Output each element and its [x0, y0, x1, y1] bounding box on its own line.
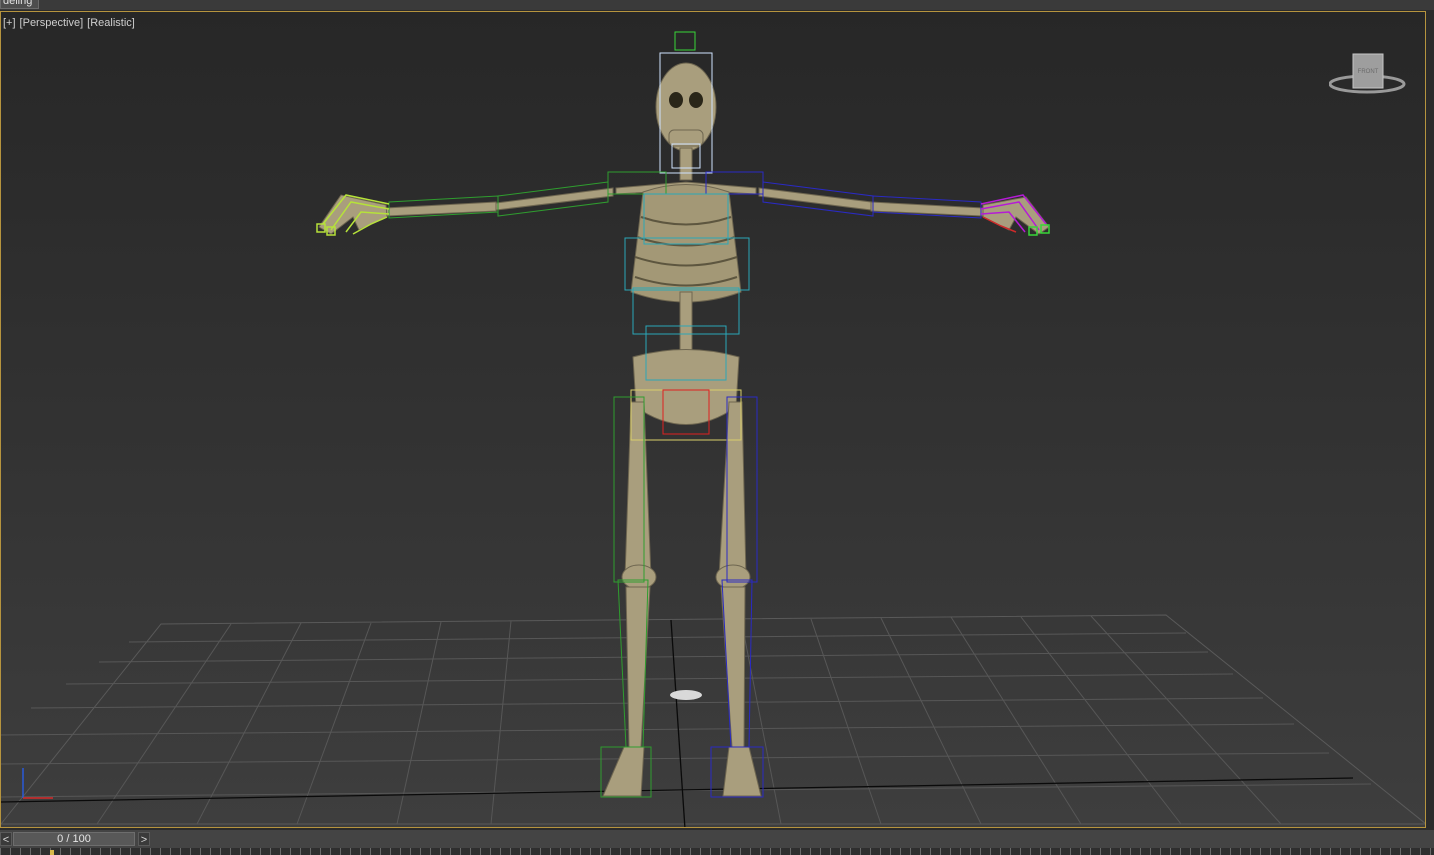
- eye-socket-right: [689, 92, 703, 108]
- rig-head-nub: [674, 31, 696, 51]
- perspective-viewport[interactable]: [+] [Perspective] [Realistic] FRONT: [0, 11, 1426, 828]
- right-forearm: [870, 201, 984, 217]
- right-upper-arm: [758, 187, 872, 211]
- left-knee: [621, 564, 657, 590]
- viewport-shading-label[interactable]: [Realistic]: [87, 17, 135, 29]
- prev-frame-button[interactable]: <: [0, 832, 12, 846]
- current-frame-marker: [50, 850, 54, 855]
- next-frame-button[interactable]: >: [138, 832, 150, 846]
- left-femur: [624, 401, 652, 578]
- right-tibia: [720, 586, 746, 748]
- spine: [679, 291, 693, 359]
- title-strip: deling: [0, 0, 1434, 10]
- viewport-menu-plus[interactable]: [+]: [3, 17, 16, 29]
- right-femur: [718, 401, 747, 578]
- left-foot: [602, 746, 645, 797]
- right-knee: [715, 564, 751, 590]
- world-axes: [1, 619, 1354, 827]
- left-upper-arm: [495, 187, 614, 211]
- ground-grid: [1, 614, 1425, 825]
- track-bar-ticks[interactable]: [0, 848, 1434, 855]
- left-forearm: [385, 201, 497, 217]
- viewcube-face-label: FRONT: [1358, 69, 1379, 75]
- eye-socket-left: [669, 92, 683, 108]
- pelvis: [632, 349, 740, 425]
- time-slider[interactable]: 0 / 100: [13, 832, 135, 846]
- viewport-scene: [1, 31, 1425, 827]
- left-tibia: [625, 586, 651, 748]
- time-slider-bar: < 0 / 100 >: [0, 830, 1434, 848]
- viewport-view-label[interactable]: [Perspective]: [20, 17, 84, 29]
- viewport-label[interactable]: [+] [Perspective] [Realistic]: [3, 17, 139, 29]
- modeling-tab[interactable]: deling: [0, 0, 40, 9]
- neck: [679, 147, 693, 181]
- ground-target-marker: [670, 690, 702, 700]
- viewcube[interactable]: FRONT: [1328, 52, 1409, 101]
- axis-tripod: [17, 764, 57, 809]
- ribcage: [630, 184, 742, 303]
- right-foot: [722, 746, 762, 797]
